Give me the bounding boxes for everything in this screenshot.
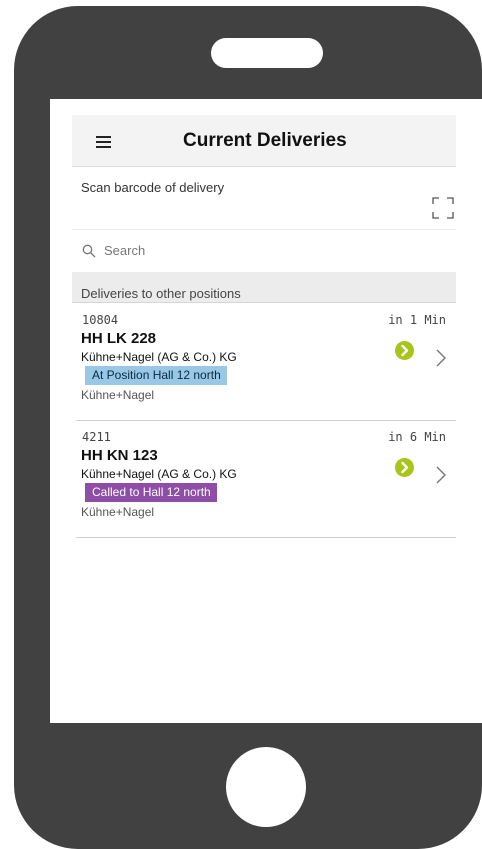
section-header: Deliveries to other positions — [72, 273, 456, 303]
delivery-plate: HH KN 123 — [81, 447, 158, 464]
search-icon — [82, 244, 96, 258]
hamburger-menu-icon[interactable] — [96, 136, 111, 148]
home-button[interactable] — [226, 747, 306, 827]
section-header-label: Deliveries to other positions — [81, 286, 241, 301]
barcode-scan-icon[interactable] — [432, 197, 454, 219]
delivery-id: 10804 — [82, 313, 119, 327]
delivery-list-item[interactable]: 10804 in 1 Min HH LK 228 Kühne+Nagel (AG… — [76, 305, 456, 421]
delivery-company: Kühne+Nagel (AG & Co.) KG — [81, 350, 237, 364]
phone-frame: Current Deliveries Scan barcode of deliv… — [14, 6, 482, 849]
delivery-company: Kühne+Nagel (AG & Co.) KG — [81, 467, 237, 481]
delivery-eta: in 6 Min — [388, 430, 446, 444]
delivery-carrier: Kühne+Nagel — [81, 388, 155, 402]
chevron-right-icon[interactable] — [434, 347, 448, 369]
phone-speaker — [211, 38, 323, 68]
delivery-id: 4211 — [82, 430, 111, 444]
app-header: Current Deliveries — [72, 115, 456, 167]
page-title: Current Deliveries — [183, 130, 347, 151]
scan-barcode-area[interactable]: Scan barcode of delivery — [72, 167, 456, 229]
delivery-plate: HH LK 228 — [81, 330, 157, 347]
scan-barcode-label: Scan barcode of delivery — [81, 180, 225, 195]
search-placeholder: Search — [104, 243, 146, 258]
arrow-circle-icon[interactable] — [395, 341, 414, 360]
arrow-circle-icon[interactable] — [395, 458, 414, 477]
chevron-right-icon[interactable] — [434, 464, 448, 486]
delivery-list-item[interactable]: 4211 in 6 Min HH KN 123 Kühne+Nagel (AG … — [76, 422, 456, 538]
status-badge: At Position Hall 12 north — [85, 366, 227, 385]
delivery-eta: in 1 Min — [388, 313, 446, 327]
phone-screen: Current Deliveries Scan barcode of deliv… — [50, 99, 482, 723]
delivery-carrier: Kühne+Nagel — [81, 505, 155, 519]
status-badge: Called to Hall 12 north — [85, 483, 217, 502]
search-input[interactable]: Search — [72, 229, 456, 273]
